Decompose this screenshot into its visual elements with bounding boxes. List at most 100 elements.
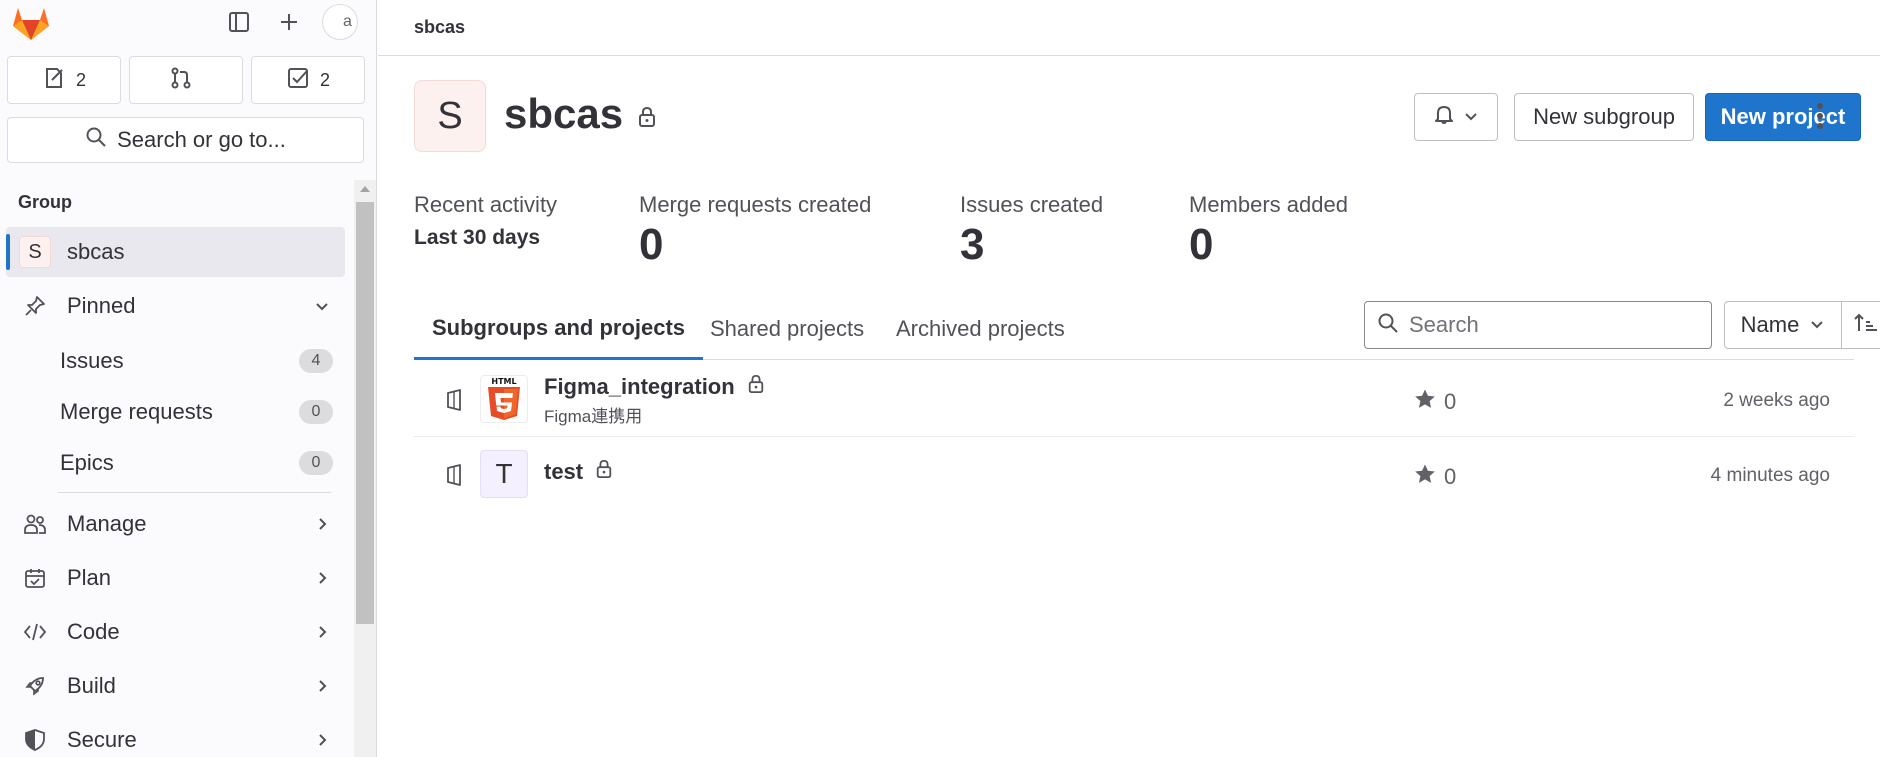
sidebar-toggle-icon[interactable]: [223, 6, 255, 38]
search-field[interactable]: [1364, 301, 1712, 349]
tab-subgroups-and-projects[interactable]: Subgroups and projects: [414, 298, 704, 360]
notifications-dropdown[interactable]: [1414, 93, 1498, 141]
stat-value: 3: [960, 220, 985, 269]
project-name-link[interactable]: Figma_integration: [544, 374, 765, 400]
stat-value: 0: [1189, 220, 1214, 269]
count-badge: 0: [299, 450, 333, 475]
new-subgroup-button[interactable]: New subgroup: [1514, 93, 1694, 141]
sidebar-item-label: Manage: [67, 511, 147, 536]
group-avatar: S: [19, 236, 51, 268]
group-header: S sbcas New subgroup New project: [414, 80, 1880, 154]
star-icon: [1414, 388, 1436, 416]
html5-logo-icon[interactable]: HTML: [480, 375, 528, 423]
visibility-icon: [444, 389, 464, 416]
scroll-up-arrow-icon[interactable]: [360, 186, 370, 192]
sidebar-item-group[interactable]: S sbcas: [6, 227, 345, 277]
stat-label: Issues created: [960, 192, 1104, 217]
sidebar-item-label: Issues: [60, 347, 124, 373]
sidebar-item-pinned[interactable]: Pinned: [6, 281, 345, 331]
gitlab-logo-icon[interactable]: [10, 2, 52, 42]
sidebar-item-label: Secure: [67, 727, 137, 752]
merge-requests-count-button[interactable]: [129, 56, 243, 104]
tab-shared-projects[interactable]: Shared projects: [710, 298, 864, 360]
chevron-right-icon: [313, 569, 331, 587]
sidebar-item-secure[interactable]: Secure: [6, 715, 345, 757]
sort-by-dropdown[interactable]: Name: [1724, 301, 1842, 349]
issues-count-button[interactable]: 2: [7, 56, 121, 104]
star-count: 0: [1444, 464, 1457, 489]
project-description: Figma連携用: [544, 407, 643, 426]
search-input[interactable]: [1409, 312, 1699, 338]
sidebar-item-label: Plan: [67, 565, 112, 590]
updated-time: 4 minutes ago: [1710, 465, 1830, 486]
stat-merge-requests: Merge requests created 0: [639, 192, 871, 270]
issues-count: 2: [75, 69, 86, 90]
chevron-down-icon: [313, 297, 331, 315]
visibility-icon: [444, 464, 464, 491]
sidebar: a 2 2 Search or go to... Group S sbcas P…: [0, 0, 377, 757]
sidebar-item-label: Code: [67, 619, 120, 644]
sidebar-item-manage[interactable]: Manage: [6, 499, 345, 549]
project-name-link[interactable]: test: [544, 459, 613, 485]
merge-request-icon: [169, 66, 193, 95]
users-icon: [16, 513, 54, 535]
search-icon: [1377, 312, 1399, 339]
plus-icon[interactable]: [273, 6, 305, 38]
stat-members: Members added 0: [1189, 192, 1348, 270]
sidebar-item-build[interactable]: Build: [6, 661, 345, 711]
todo-icon: [286, 66, 310, 95]
updated-time: 2 weeks ago: [1723, 390, 1830, 411]
sidebar-item-label: sbcas: [67, 239, 125, 264]
chevron-down-icon: [1463, 104, 1479, 130]
sort-direction-button[interactable]: [1842, 301, 1880, 349]
counts-group: 2 2: [7, 56, 365, 104]
recent-activity-label: Recent activity: [414, 192, 558, 217]
lock-icon: [595, 459, 613, 485]
activity-stats: Recent activity Last 30 days Merge reque…: [414, 192, 1880, 272]
sidebar-item-merge-requests[interactable]: Merge requests 0: [6, 386, 345, 437]
sidebar-item-code[interactable]: Code: [6, 607, 345, 657]
scroll-thumb[interactable]: [356, 202, 374, 624]
sidebar-item-issues[interactable]: Issues 4: [6, 335, 345, 386]
user-avatar[interactable]: a: [322, 4, 358, 40]
sidebar-item-epics[interactable]: Epics 0: [6, 437, 345, 488]
star-icon: [1414, 463, 1436, 491]
sort-by-label: Name: [1740, 312, 1800, 337]
more-actions-icon[interactable]: [1800, 96, 1840, 136]
projects-list: HTML Figma_integration Figma連携用 0 2 week…: [414, 362, 1854, 512]
chevron-right-icon: [313, 677, 331, 695]
group-avatar-large: S: [414, 80, 486, 152]
breadcrumb-item[interactable]: sbcas: [414, 17, 465, 38]
sidebar-item-plan[interactable]: Plan: [6, 553, 345, 603]
user-avatar-alt: a: [343, 13, 352, 30]
tabs-bar: Subgroups and projects Shared projects A…: [414, 298, 1880, 360]
project-name: Figma_integration: [544, 374, 735, 399]
search-button-label: Search or go to...: [117, 127, 286, 152]
chevron-right-icon: [313, 731, 331, 749]
sort-ascending-icon: [1853, 312, 1879, 339]
bell-icon: [1433, 103, 1455, 131]
sidebar-scrollbar[interactable]: [354, 180, 376, 757]
chevron-right-icon: [313, 623, 331, 641]
rocket-icon: [16, 674, 54, 698]
sidebar-nav: Group S sbcas Pinned Issues 4 Merge requ…: [0, 177, 353, 757]
todos-count-button[interactable]: 2: [251, 56, 365, 104]
list-item: HTML Figma_integration Figma連携用 0 2 week…: [414, 362, 1854, 437]
code-icon: [16, 621, 54, 643]
tab-archived-projects[interactable]: Archived projects: [896, 298, 1065, 360]
stat-label: Members added: [1189, 192, 1348, 217]
nav-section-label: Group: [18, 191, 72, 212]
recent-activity: Recent activity Last 30 days: [414, 192, 557, 250]
todos-count: 2: [319, 69, 330, 90]
search-icon: [85, 126, 107, 154]
star-count-link[interactable]: 0: [1414, 463, 1456, 491]
list-item: T test 0 4 minutes ago: [414, 437, 1854, 512]
project-avatar[interactable]: T: [480, 450, 528, 498]
search-or-go-to-button[interactable]: Search or go to...: [7, 117, 364, 163]
stat-label: Merge requests created: [639, 192, 872, 217]
activity-period[interactable]: Last 30 days: [414, 226, 557, 250]
lock-icon: [747, 374, 765, 400]
issues-icon: [42, 66, 66, 95]
star-count-link[interactable]: 0: [1414, 388, 1456, 416]
pin-icon: [16, 295, 54, 317]
